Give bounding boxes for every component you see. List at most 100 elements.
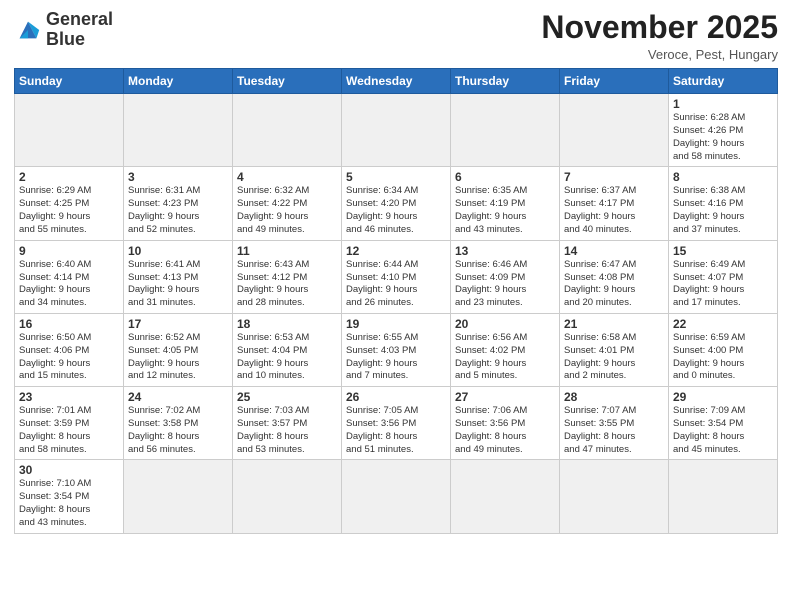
calendar-header-row: SundayMondayTuesdayWednesdayThursdayFrid… (15, 69, 778, 94)
calendar-cell: 15Sunrise: 6:49 AM Sunset: 4:07 PM Dayli… (669, 240, 778, 313)
day-number: 18 (237, 317, 337, 331)
day-info: Sunrise: 7:06 AM Sunset: 3:56 PM Dayligh… (455, 405, 555, 456)
day-number: 24 (128, 390, 228, 404)
calendar-cell: 21Sunrise: 6:58 AM Sunset: 4:01 PM Dayli… (560, 313, 669, 386)
day-info: Sunrise: 6:29 AM Sunset: 4:25 PM Dayligh… (19, 185, 119, 236)
day-number: 26 (346, 390, 446, 404)
day-info: Sunrise: 7:02 AM Sunset: 3:58 PM Dayligh… (128, 405, 228, 456)
calendar-cell: 25Sunrise: 7:03 AM Sunset: 3:57 PM Dayli… (233, 387, 342, 460)
day-info: Sunrise: 6:34 AM Sunset: 4:20 PM Dayligh… (346, 185, 446, 236)
day-info: Sunrise: 7:09 AM Sunset: 3:54 PM Dayligh… (673, 405, 773, 456)
calendar-cell: 28Sunrise: 7:07 AM Sunset: 3:55 PM Dayli… (560, 387, 669, 460)
calendar-cell: 2Sunrise: 6:29 AM Sunset: 4:25 PM Daylig… (15, 167, 124, 240)
day-number: 23 (19, 390, 119, 404)
day-info: Sunrise: 6:55 AM Sunset: 4:03 PM Dayligh… (346, 332, 446, 383)
day-info: Sunrise: 6:38 AM Sunset: 4:16 PM Dayligh… (673, 185, 773, 236)
day-number: 28 (564, 390, 664, 404)
calendar-cell: 11Sunrise: 6:43 AM Sunset: 4:12 PM Dayli… (233, 240, 342, 313)
calendar-cell: 5Sunrise: 6:34 AM Sunset: 4:20 PM Daylig… (342, 167, 451, 240)
day-info: Sunrise: 6:59 AM Sunset: 4:00 PM Dayligh… (673, 332, 773, 383)
weekday-header-sunday: Sunday (15, 69, 124, 94)
day-number: 13 (455, 244, 555, 258)
location: Veroce, Pest, Hungary (541, 47, 778, 62)
day-info: Sunrise: 6:56 AM Sunset: 4:02 PM Dayligh… (455, 332, 555, 383)
day-info: Sunrise: 6:41 AM Sunset: 4:13 PM Dayligh… (128, 259, 228, 310)
day-number: 10 (128, 244, 228, 258)
calendar-cell (669, 460, 778, 533)
day-info: Sunrise: 6:31 AM Sunset: 4:23 PM Dayligh… (128, 185, 228, 236)
weekday-header-tuesday: Tuesday (233, 69, 342, 94)
logo: GeneralBlue (14, 10, 113, 50)
title-block: November 2025 Veroce, Pest, Hungary (541, 10, 778, 62)
day-number: 3 (128, 170, 228, 184)
calendar-cell (560, 460, 669, 533)
day-info: Sunrise: 6:32 AM Sunset: 4:22 PM Dayligh… (237, 185, 337, 236)
weekday-header-saturday: Saturday (669, 69, 778, 94)
day-number: 25 (237, 390, 337, 404)
day-info: Sunrise: 6:49 AM Sunset: 4:07 PM Dayligh… (673, 259, 773, 310)
day-number: 14 (564, 244, 664, 258)
day-info: Sunrise: 6:40 AM Sunset: 4:14 PM Dayligh… (19, 259, 119, 310)
day-number: 4 (237, 170, 337, 184)
day-number: 17 (128, 317, 228, 331)
calendar-cell: 18Sunrise: 6:53 AM Sunset: 4:04 PM Dayli… (233, 313, 342, 386)
calendar-cell: 24Sunrise: 7:02 AM Sunset: 3:58 PM Dayli… (124, 387, 233, 460)
calendar-cell (124, 94, 233, 167)
logo-text: GeneralBlue (46, 10, 113, 50)
day-info: Sunrise: 7:03 AM Sunset: 3:57 PM Dayligh… (237, 405, 337, 456)
calendar-cell: 8Sunrise: 6:38 AM Sunset: 4:16 PM Daylig… (669, 167, 778, 240)
day-number: 20 (455, 317, 555, 331)
day-info: Sunrise: 7:05 AM Sunset: 3:56 PM Dayligh… (346, 405, 446, 456)
calendar-cell: 10Sunrise: 6:41 AM Sunset: 4:13 PM Dayli… (124, 240, 233, 313)
calendar-cell: 17Sunrise: 6:52 AM Sunset: 4:05 PM Dayli… (124, 313, 233, 386)
day-info: Sunrise: 6:58 AM Sunset: 4:01 PM Dayligh… (564, 332, 664, 383)
calendar-cell: 6Sunrise: 6:35 AM Sunset: 4:19 PM Daylig… (451, 167, 560, 240)
day-info: Sunrise: 6:50 AM Sunset: 4:06 PM Dayligh… (19, 332, 119, 383)
page-header: GeneralBlue November 2025 Veroce, Pest, … (14, 10, 778, 62)
calendar-cell: 20Sunrise: 6:56 AM Sunset: 4:02 PM Dayli… (451, 313, 560, 386)
weekday-header-thursday: Thursday (451, 69, 560, 94)
calendar-cell: 27Sunrise: 7:06 AM Sunset: 3:56 PM Dayli… (451, 387, 560, 460)
calendar-cell: 13Sunrise: 6:46 AM Sunset: 4:09 PM Dayli… (451, 240, 560, 313)
calendar-cell: 23Sunrise: 7:01 AM Sunset: 3:59 PM Dayli… (15, 387, 124, 460)
day-info: Sunrise: 6:35 AM Sunset: 4:19 PM Dayligh… (455, 185, 555, 236)
day-number: 2 (19, 170, 119, 184)
month-title: November 2025 (541, 10, 778, 45)
calendar-cell (451, 460, 560, 533)
weekday-header-monday: Monday (124, 69, 233, 94)
day-number: 30 (19, 463, 119, 477)
calendar-cell: 29Sunrise: 7:09 AM Sunset: 3:54 PM Dayli… (669, 387, 778, 460)
day-info: Sunrise: 6:47 AM Sunset: 4:08 PM Dayligh… (564, 259, 664, 310)
calendar-cell: 12Sunrise: 6:44 AM Sunset: 4:10 PM Dayli… (342, 240, 451, 313)
day-number: 21 (564, 317, 664, 331)
calendar-week-0: 1Sunrise: 6:28 AM Sunset: 4:26 PM Daylig… (15, 94, 778, 167)
day-info: Sunrise: 6:44 AM Sunset: 4:10 PM Dayligh… (346, 259, 446, 310)
calendar-cell: 9Sunrise: 6:40 AM Sunset: 4:14 PM Daylig… (15, 240, 124, 313)
day-number: 11 (237, 244, 337, 258)
calendar-cell: 1Sunrise: 6:28 AM Sunset: 4:26 PM Daylig… (669, 94, 778, 167)
day-number: 19 (346, 317, 446, 331)
calendar-cell (451, 94, 560, 167)
day-number: 22 (673, 317, 773, 331)
day-number: 8 (673, 170, 773, 184)
day-info: Sunrise: 6:37 AM Sunset: 4:17 PM Dayligh… (564, 185, 664, 236)
day-info: Sunrise: 7:01 AM Sunset: 3:59 PM Dayligh… (19, 405, 119, 456)
weekday-header-wednesday: Wednesday (342, 69, 451, 94)
calendar-cell: 4Sunrise: 6:32 AM Sunset: 4:22 PM Daylig… (233, 167, 342, 240)
calendar-cell: 14Sunrise: 6:47 AM Sunset: 4:08 PM Dayli… (560, 240, 669, 313)
day-info: Sunrise: 6:43 AM Sunset: 4:12 PM Dayligh… (237, 259, 337, 310)
day-info: Sunrise: 7:07 AM Sunset: 3:55 PM Dayligh… (564, 405, 664, 456)
calendar-cell (233, 460, 342, 533)
calendar-cell (124, 460, 233, 533)
calendar-cell (342, 94, 451, 167)
calendar-cell: 3Sunrise: 6:31 AM Sunset: 4:23 PM Daylig… (124, 167, 233, 240)
day-number: 12 (346, 244, 446, 258)
day-number: 29 (673, 390, 773, 404)
calendar-week-3: 16Sunrise: 6:50 AM Sunset: 4:06 PM Dayli… (15, 313, 778, 386)
calendar-cell: 16Sunrise: 6:50 AM Sunset: 4:06 PM Dayli… (15, 313, 124, 386)
calendar-cell: 30Sunrise: 7:10 AM Sunset: 3:54 PM Dayli… (15, 460, 124, 533)
day-number: 16 (19, 317, 119, 331)
calendar-week-1: 2Sunrise: 6:29 AM Sunset: 4:25 PM Daylig… (15, 167, 778, 240)
calendar-week-5: 30Sunrise: 7:10 AM Sunset: 3:54 PM Dayli… (15, 460, 778, 533)
calendar-week-4: 23Sunrise: 7:01 AM Sunset: 3:59 PM Dayli… (15, 387, 778, 460)
